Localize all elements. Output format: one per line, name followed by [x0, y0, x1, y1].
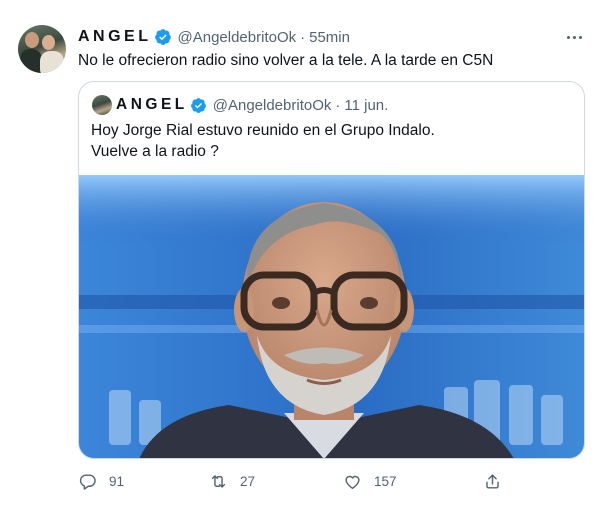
more-options-icon[interactable]: [562, 28, 586, 46]
share-icon: [486, 473, 499, 489]
quoted-author-avatar: [92, 95, 112, 115]
quoted-tweet[interactable]: ANGEL @AngeldebritoOk · 11 jun. Hoy Jorg…: [78, 81, 585, 459]
quoted-tweet-text: Hoy Jorge Rial estuvo reunido en el Grup…: [91, 120, 435, 162]
separator-dot: ·: [335, 96, 341, 114]
tweet-text: No le ofrecieron radio sino volver a la …: [78, 52, 494, 69]
author-handle[interactable]: @AngeldebritoOk: [178, 29, 297, 46]
like-icon: [345, 475, 360, 489]
reply-count: 91: [109, 473, 125, 489]
tweet-actions: 91 27 157: [78, 470, 508, 492]
quoted-text-line-1: Hoy Jorge Rial estuvo reunido en el Grup…: [91, 122, 435, 139]
tweet-timestamp[interactable]: 55min: [309, 29, 350, 46]
quoted-tweet-photo[interactable]: [79, 175, 584, 458]
share-button[interactable]: [483, 470, 502, 492]
quoted-tweet-date: 11 jun.: [344, 96, 389, 114]
reply-button[interactable]: 91: [78, 470, 124, 492]
quoted-author-name: ANGEL: [116, 96, 188, 113]
author-name[interactable]: ANGEL: [78, 28, 152, 46]
tweet[interactable]: ANGEL @AngeldebritoOk · 55min No le ofre…: [0, 0, 607, 510]
verified-badge-icon: [190, 97, 206, 113]
reply-icon: [79, 473, 96, 490]
retweet-icon: [211, 474, 226, 488]
retweet-count: 27: [240, 473, 256, 489]
quoted-author-handle: @AngeldebritoOk: [212, 96, 332, 114]
like-count: 157: [374, 473, 397, 489]
quoted-text-line-2: Vuelve a la radio ?: [91, 143, 219, 160]
author-avatar[interactable]: [18, 25, 66, 73]
separator-dot: ·: [300, 28, 306, 46]
retweet-button[interactable]: 27: [209, 470, 255, 492]
tweet-header: ANGEL @AngeldebritoOk · 55min: [78, 26, 350, 48]
quoted-tweet-header: ANGEL @AngeldebritoOk · 11 jun.: [116, 94, 388, 116]
verified-badge-icon: [154, 29, 171, 45]
like-button[interactable]: 157: [343, 470, 397, 492]
